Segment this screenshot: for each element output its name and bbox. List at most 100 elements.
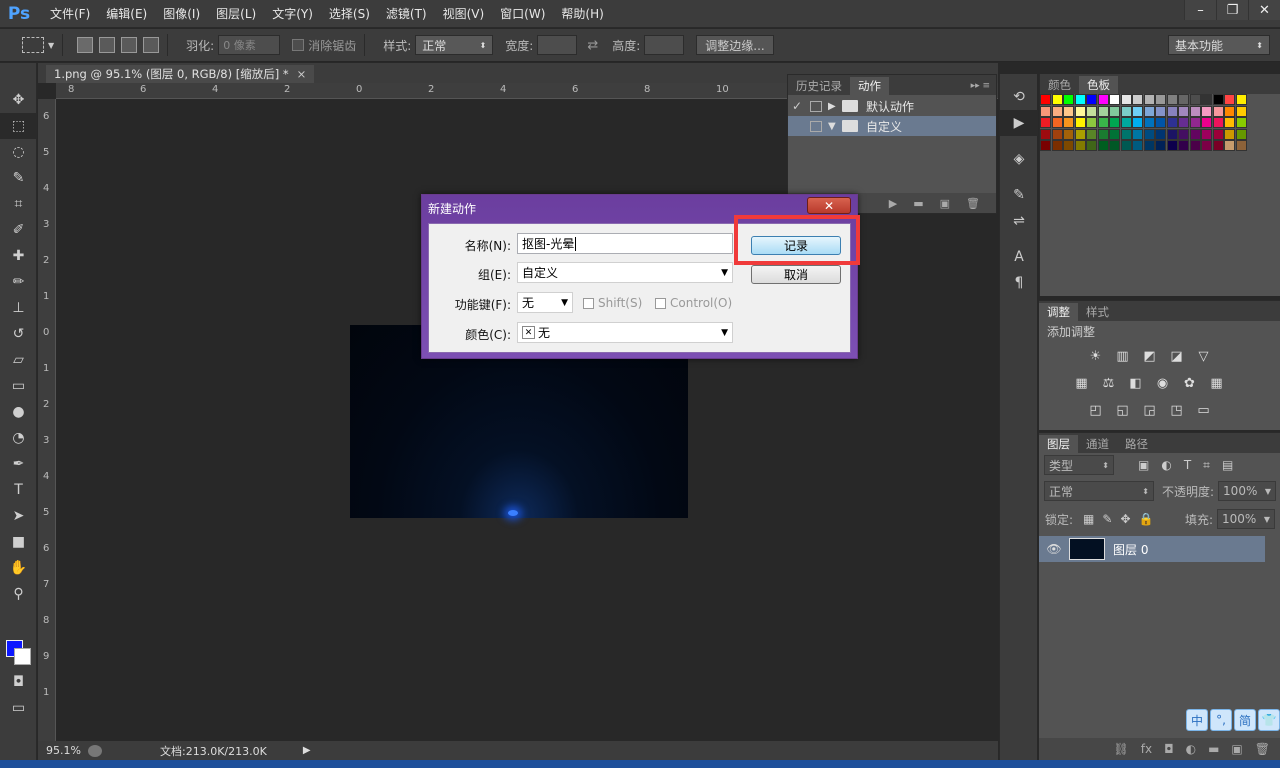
ime-skin-icon[interactable]: 👕 [1258, 709, 1280, 731]
color-swatch[interactable] [1109, 128, 1120, 140]
color-swatch[interactable] [1086, 94, 1097, 105]
new-action-icon[interactable]: ▣ [940, 197, 950, 210]
height-input[interactable] [644, 35, 685, 55]
cancel-button[interactable]: 取消 [751, 265, 841, 284]
menu-file[interactable]: 文件(F) [42, 0, 98, 28]
color-swatch[interactable] [1235, 105, 1247, 117]
color-swatch[interactable] [1097, 94, 1109, 105]
blur-tool-icon[interactable]: ● [0, 399, 37, 425]
shift-checkbox[interactable]: Shift(S) [583, 296, 642, 310]
tab-adjustments[interactable]: 调整 [1039, 303, 1078, 321]
menu-image[interactable]: 图像(I) [155, 0, 208, 28]
color-swatch[interactable] [1224, 117, 1235, 128]
color-swatch[interactable] [1224, 105, 1235, 117]
color-swatch[interactable] [1143, 140, 1155, 151]
color-swatch[interactable] [1109, 140, 1120, 151]
color-balance-icon[interactable]: ⚖ [1098, 374, 1119, 392]
play-icon[interactable]: ▶ [889, 197, 897, 210]
color-swatch[interactable] [1178, 94, 1189, 105]
color-swatch[interactable] [1040, 94, 1051, 105]
color-swatch[interactable] [1189, 128, 1201, 140]
opacity-input[interactable]: 100% ▼ [1218, 481, 1277, 501]
color-swatch[interactable] [1212, 140, 1224, 151]
color-swatch[interactable] [1155, 105, 1166, 117]
color-swatch[interactable] [1132, 140, 1143, 151]
color-swatch[interactable] [1132, 117, 1143, 128]
trash-icon[interactable]: 🗑 [966, 197, 980, 210]
color-swatch[interactable] [1051, 94, 1063, 105]
filter-pixel-icon[interactable]: ▣ [1138, 458, 1149, 472]
color-swatch[interactable] [1097, 140, 1109, 151]
add-mask-icon[interactable]: ◘ [1164, 742, 1174, 756]
ime-punctuation[interactable]: °, [1210, 709, 1232, 731]
hand-tool-icon[interactable]: ✋ [0, 555, 37, 581]
color-swatch[interactable] [1063, 128, 1074, 140]
history-panel-icon[interactable]: ⟲ [1000, 84, 1038, 110]
function-key-select[interactable]: 无 ▼ [517, 292, 573, 313]
color-swatch[interactable] [1143, 94, 1155, 105]
color-swatch[interactable] [1109, 105, 1120, 117]
color-swatch[interactable] [1074, 128, 1086, 140]
layer-row[interactable]: 👁 图层 0 [1039, 536, 1265, 562]
gradient-map-icon[interactable]: ▭ [1193, 401, 1214, 419]
color-swatch[interactable] [1097, 117, 1109, 128]
dialog-close-button[interactable]: ✕ [807, 197, 851, 214]
intersect-selection-icon[interactable] [143, 37, 160, 53]
color-swatch[interactable] [1178, 117, 1189, 128]
group-select[interactable]: 自定义 ▼ [517, 262, 733, 283]
color-swatch[interactable] [1212, 94, 1224, 105]
color-swatch[interactable] [1178, 105, 1189, 117]
color-swatch[interactable] [1166, 117, 1178, 128]
history-brush-tool-icon[interactable]: ↺ [0, 321, 37, 347]
fill-input[interactable]: 100% ▼ [1217, 509, 1275, 529]
color-swatch[interactable] [1132, 128, 1143, 140]
tab-paths[interactable]: 路径 [1117, 435, 1156, 453]
tab-swatches[interactable]: 色板 [1079, 76, 1118, 94]
minimize-button[interactable]: – [1184, 0, 1216, 20]
marquee-tool-icon[interactable] [22, 37, 44, 53]
type-tool-icon[interactable]: T [0, 477, 37, 503]
menu-edit[interactable]: 编辑(E) [98, 0, 155, 28]
color-swatch[interactable] [1040, 140, 1051, 151]
tab-actions[interactable]: 动作 [850, 77, 889, 95]
menu-filter[interactable]: 滤镜(T) [378, 0, 435, 28]
dialog-toggle-icon[interactable] [810, 100, 822, 112]
color-select[interactable]: ✕ 无 ▼ [517, 322, 733, 343]
color-swatch[interactable] [1178, 128, 1189, 140]
collapse-triangle-icon[interactable]: ▼ [828, 121, 842, 132]
link-layers-icon[interactable]: ⛓ [1114, 742, 1129, 756]
color-swatch[interactable] [1040, 128, 1051, 140]
color-swatch[interactable] [1051, 128, 1063, 140]
hue-saturation-icon[interactable]: ▦ [1071, 374, 1092, 392]
color-swatch[interactable] [1109, 117, 1120, 128]
workspace-select[interactable]: 基本功能 ⬍ [1168, 35, 1270, 55]
threshold-icon[interactable]: ◲ [1139, 401, 1160, 419]
brightness-icon[interactable]: ☀ [1085, 347, 1106, 365]
lock-all-icon[interactable]: 🔒 [1139, 512, 1154, 526]
menu-help[interactable]: 帮助(H) [553, 0, 611, 28]
action-name-field[interactable]: 抠图-光晕 [517, 233, 733, 254]
filter-type-icon[interactable]: T [1184, 458, 1191, 472]
color-swatch[interactable] [1155, 94, 1166, 105]
style-select[interactable]: 正常 ⬍ [415, 35, 494, 55]
shape-tool-icon[interactable]: ■ [0, 529, 37, 555]
quick-mask-icon[interactable]: ◘ [0, 669, 37, 695]
width-input[interactable] [537, 35, 578, 55]
color-swatch[interactable] [1120, 117, 1132, 128]
color-swatch[interactable] [1166, 128, 1178, 140]
clone-stamp-tool-icon[interactable]: ⊥ [0, 295, 37, 321]
color-swatch[interactable] [1189, 94, 1201, 105]
color-swatch[interactable] [1235, 128, 1247, 140]
refine-edge-button[interactable]: 调整边缘... [696, 35, 774, 55]
color-swatch[interactable] [1166, 94, 1178, 105]
color-swatch[interactable] [1155, 117, 1166, 128]
color-swatch[interactable] [1097, 105, 1109, 117]
document-tab[interactable]: 1.png @ 95.1% (图层 0, RGB/8) [缩放后] * × [46, 65, 315, 83]
color-swatch[interactable] [1074, 117, 1086, 128]
control-checkbox[interactable]: Control(O) [655, 296, 732, 310]
color-swatch[interactable] [1132, 105, 1143, 117]
color-swatch[interactable] [1063, 94, 1074, 105]
swap-icon[interactable]: ⇄ [587, 38, 598, 53]
photo-filter-icon[interactable]: ◉ [1152, 374, 1173, 392]
color-swatch[interactable] [1235, 140, 1247, 151]
